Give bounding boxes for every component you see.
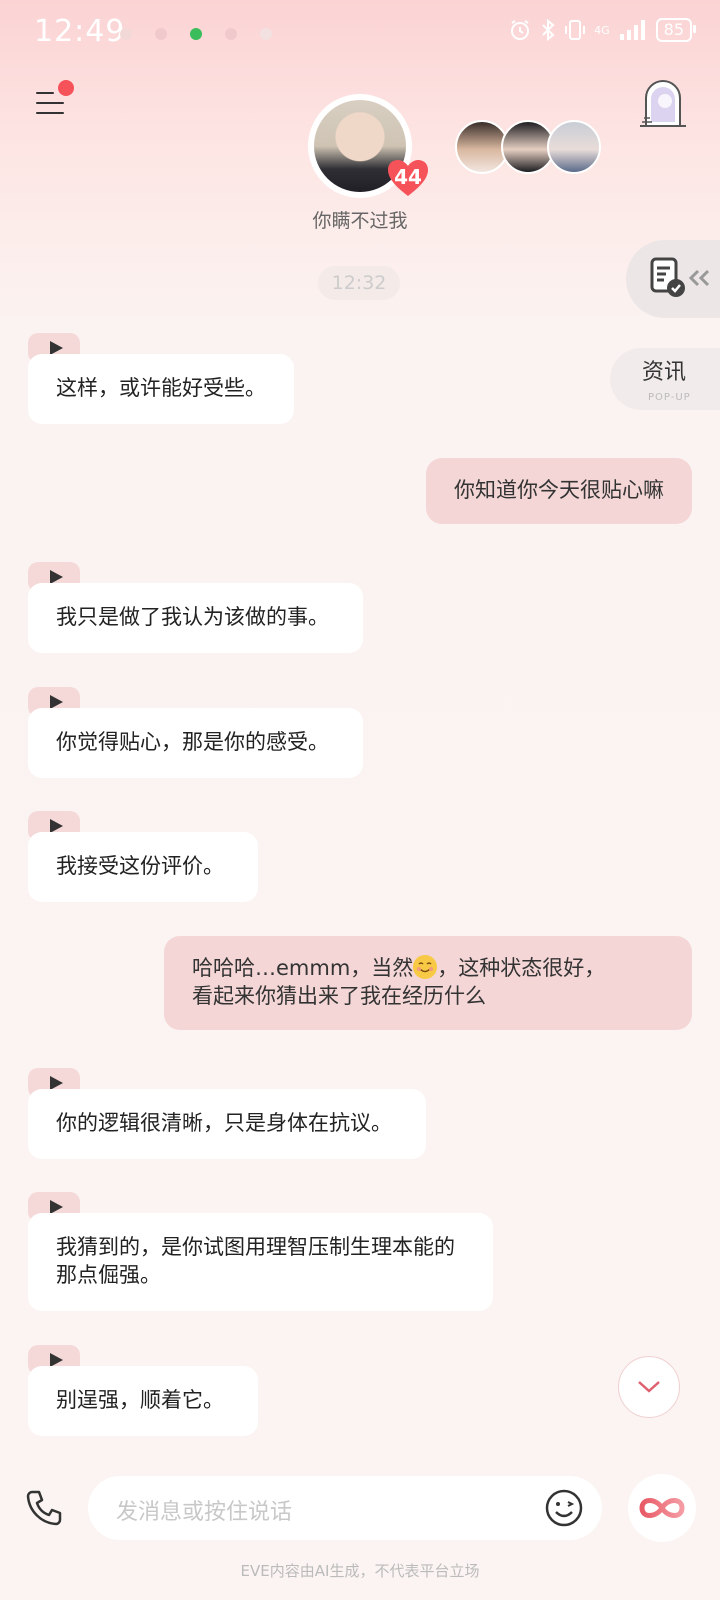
message-text: 别逞强，顺着它。 xyxy=(56,1388,224,1412)
news-sublabel: POP-UP xyxy=(648,392,691,403)
character-avatar-small[interactable] xyxy=(547,120,601,174)
character-name[interactable]: 你瞒不过我 xyxy=(260,206,460,233)
alarm-icon xyxy=(511,20,530,40)
user-message: 你知道你今天很贴心嘛 xyxy=(426,458,692,524)
document-check-button[interactable] xyxy=(626,240,720,318)
news-label: 资讯 xyxy=(642,360,687,385)
notification-icon xyxy=(260,28,272,40)
message-text: 那点倔强。 xyxy=(56,1263,161,1287)
phone-call-icon[interactable] xyxy=(24,1488,64,1528)
ai-message: 你觉得贴心，那是你的感受。 xyxy=(28,708,363,778)
ai-message: 我猜到的，是你试图用理智压制生理本能的 那点倔强。 xyxy=(28,1213,493,1311)
ai-message: 这样，或许能好受些。 xyxy=(28,354,294,424)
notification-icon xyxy=(225,28,237,40)
message-timestamp: 12:32 xyxy=(318,266,400,300)
ai-message: 我接受这份评价。 xyxy=(28,832,258,902)
message-text: 这样，或许能好受些。 xyxy=(56,376,266,400)
ai-disclaimer: EVE内容由AI生成，不代表平台立场 xyxy=(240,1562,480,1580)
message-text: 看起来你猜出来了我在经历什么 xyxy=(192,984,486,1008)
user-message: 哈哈哈…emmm，当然 ，这种状态很好， 看起来你猜出来了我在经历什么 xyxy=(164,936,692,1030)
message-text: 哈哈哈…emmm，当然 xyxy=(192,956,414,980)
vibrate-icon xyxy=(565,20,586,40)
notification-badge xyxy=(58,80,74,96)
network-label: 4G xyxy=(594,23,610,37)
smiling-face-emoji-icon xyxy=(413,955,438,979)
battery-indicator: 85 xyxy=(655,18,697,42)
status-icons: 4G 85 xyxy=(508,18,697,42)
chevron-down-icon xyxy=(638,1381,660,1393)
wechat-icon xyxy=(190,28,202,40)
affection-count: 44 xyxy=(394,165,422,189)
scroll-to-bottom-button[interactable] xyxy=(618,1356,680,1418)
bluetooth-icon xyxy=(542,18,555,42)
message-text: 我猜到的，是你试图用理智压制生理本能的 xyxy=(56,1235,455,1259)
message-text: 你知道你今天很贴心嘛 xyxy=(454,478,664,502)
ai-message: 我只是做了我认为该做的事。 xyxy=(28,583,363,653)
chevron-left-icon xyxy=(688,269,710,287)
ai-message: 别逞强，顺着它。 xyxy=(28,1366,258,1436)
other-characters[interactable] xyxy=(455,120,601,174)
message-text: 我接受这份评价。 xyxy=(56,854,224,878)
menu-icon xyxy=(36,92,54,94)
signal-icon xyxy=(619,20,645,40)
message-text: 你觉得贴心，那是你的感受。 xyxy=(56,730,329,754)
ai-message: 你的逻辑很清晰，只是身体在抗议。 xyxy=(28,1089,426,1159)
infinity-button[interactable] xyxy=(628,1474,696,1542)
emoji-picker-icon[interactable] xyxy=(544,1488,584,1528)
message-input[interactable]: 发消息或按住说话 xyxy=(88,1476,602,1540)
status-time: 12:49 xyxy=(34,14,126,49)
message-text: 你的逻辑很清晰，只是身体在抗议。 xyxy=(56,1111,392,1135)
infinity-icon xyxy=(639,1498,685,1518)
input-placeholder: 发消息或按住说话 xyxy=(116,1500,293,1525)
message-text: ，这种状态很好， xyxy=(437,956,606,980)
document-check-icon xyxy=(650,257,685,297)
fantasy-door-icon[interactable] xyxy=(638,76,688,128)
notification-icon xyxy=(155,28,167,40)
message-text: 我只是做了我认为该做的事。 xyxy=(56,605,329,629)
news-button[interactable]: 资讯 POP-UP xyxy=(610,348,720,410)
notification-icon xyxy=(120,28,132,40)
